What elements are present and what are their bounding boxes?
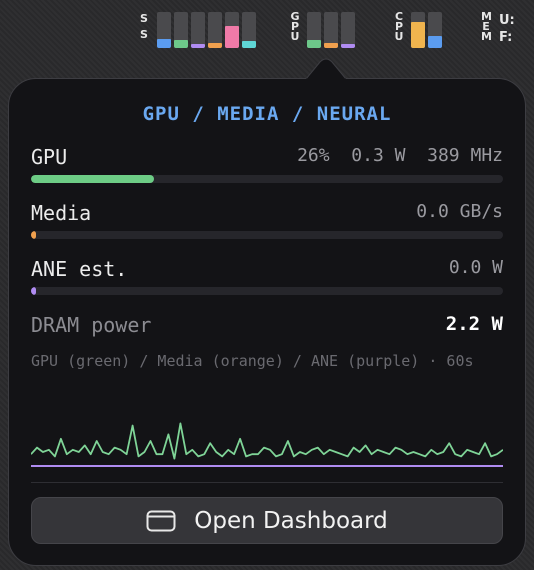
gpu-value: 26% 0.3 W 389 MHz — [297, 145, 503, 166]
cpu-menubar-label: C P U — [394, 10, 404, 43]
media-value: 0.0 GB/s — [416, 201, 503, 222]
ss-bar-fill-0 — [157, 39, 171, 48]
gpu-label: GPU — [31, 145, 68, 169]
divider — [31, 482, 503, 483]
cpu-bar-fill-0 — [411, 22, 425, 48]
dram-value: 2.2 W — [445, 313, 503, 335]
gpu-bar-fill-1 — [324, 42, 338, 48]
ss-bar-fill-4 — [225, 25, 239, 48]
cpu-meter[interactable] — [411, 12, 442, 48]
menu-bar: S S G P U C P U M E M U: F: — [0, 0, 534, 58]
cpu-bar-fill-1 — [428, 36, 442, 48]
ss-bar-fill-2 — [191, 43, 205, 48]
gpu-media-neural-popover: GPU / MEDIA / NEURAL GPU 26% 0.3 W 389 M… — [8, 78, 526, 566]
cpu-bar-0 — [411, 12, 425, 48]
gpu-bar-0 — [307, 12, 321, 48]
mem-menubar-label: M E M — [481, 10, 492, 43]
gpu-menubar-label: G P U — [290, 10, 300, 43]
media-row: Media 0.0 GB/s — [31, 201, 503, 227]
window-icon — [146, 510, 176, 531]
media-usage-bar — [31, 231, 503, 239]
gpu-bar-2 — [341, 12, 355, 48]
ss-bar-fill-3 — [208, 42, 222, 48]
mem-free-label: F: — [499, 30, 513, 45]
sparkline-caption: GPU (green) / Media (orange) / ANE (purp… — [31, 352, 474, 370]
ane-usage-bar — [31, 287, 503, 295]
open-dashboard-button[interactable]: Open Dashboard — [31, 497, 503, 544]
popover-title: GPU / MEDIA / NEURAL — [142, 103, 392, 125]
ss-bar-fill-1 — [174, 40, 188, 48]
mem-meter[interactable]: U: F: — [499, 12, 515, 46]
gpu-meter[interactable] — [307, 12, 355, 48]
open-dashboard-label: Open Dashboard — [194, 507, 388, 534]
gpu-usage-fill — [31, 175, 154, 183]
popover-arrow — [306, 58, 346, 81]
media-label: Media — [31, 201, 92, 225]
ss-bar-4 — [225, 12, 239, 48]
history-sparkline — [31, 422, 503, 467]
gpu-history-line — [31, 422, 503, 460]
gpu-usage-bar — [31, 175, 503, 183]
mem-used-label: U: — [499, 13, 515, 28]
ss-bar-fill-5 — [242, 40, 256, 48]
media-usage-fill — [31, 231, 36, 239]
ane-label: ANE est. — [31, 257, 128, 281]
ane-row: ANE est. 0.0 W — [31, 257, 503, 283]
ss-bar-3 — [208, 12, 222, 48]
ss-bar-0 — [157, 12, 171, 48]
gpu-row: GPU 26% 0.3 W 389 MHz — [31, 145, 503, 171]
ane-usage-fill — [31, 287, 36, 295]
dram-row: DRAM power 2.2 W — [31, 313, 503, 339]
cpu-bar-1 — [428, 12, 442, 48]
gpu-bar-1 — [324, 12, 338, 48]
ss-label: S S — [140, 12, 148, 41]
gpu-bar-fill-0 — [307, 40, 321, 48]
ss-meter[interactable] — [157, 12, 256, 48]
gpu-bar-fill-2 — [341, 43, 355, 48]
ss-bar-2 — [191, 12, 205, 48]
ss-bar-1 — [174, 12, 188, 48]
ane-value: 0.0 W — [448, 257, 503, 278]
ss-bar-5 — [242, 12, 256, 48]
dram-label: DRAM power — [31, 313, 152, 337]
